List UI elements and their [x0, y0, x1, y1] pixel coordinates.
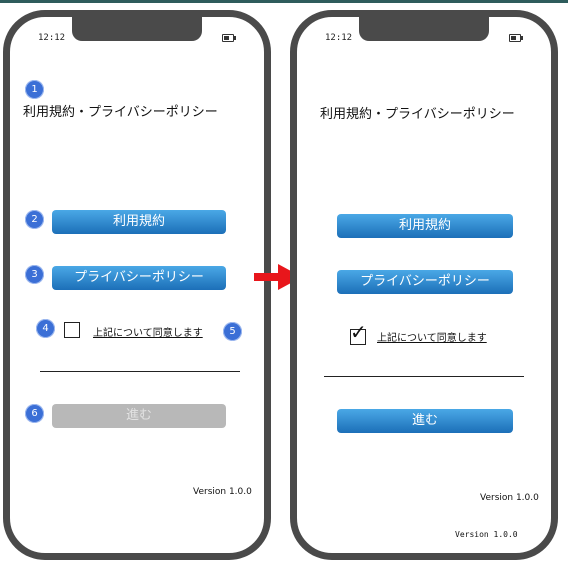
agree-label[interactable]: 上記について同意します	[93, 324, 203, 339]
terms-button[interactable]: 利用規約	[52, 210, 226, 234]
annotation-badge-3: 3	[25, 265, 44, 284]
phone-notch	[359, 16, 489, 41]
agree-label[interactable]: 上記について同意します	[377, 329, 487, 344]
privacy-policy-button[interactable]: プライバシーポリシー	[337, 270, 513, 294]
annotation-badge-2: 2	[25, 210, 44, 229]
divider-line	[40, 371, 240, 372]
battery-icon	[222, 34, 236, 42]
proceed-button-disabled[interactable]: 進む	[52, 404, 226, 428]
proceed-button[interactable]: 進む	[337, 409, 513, 433]
version-label-bottom: Version 1.0.0	[455, 530, 518, 539]
phone-before: 12:12 利用規約・プライバシーポリシー 利用規約 プライバシーポリシー 上記…	[3, 10, 271, 560]
version-label: Version 1.0.0	[193, 487, 252, 497]
page-title: 利用規約・プライバシーポリシー	[23, 105, 218, 120]
version-label: Version 1.0.0	[480, 493, 539, 503]
top-border	[0, 0, 568, 3]
battery-icon	[509, 34, 523, 42]
phone-notch	[72, 16, 202, 41]
status-time: 12:12	[325, 33, 353, 43]
checkmark-icon: ✓	[350, 320, 367, 344]
annotation-badge-5: 5	[223, 322, 242, 341]
divider-line	[324, 376, 524, 377]
agree-checkbox-checked[interactable]: ✓	[350, 322, 367, 345]
agree-checkbox[interactable]	[64, 322, 80, 338]
annotation-badge-6: 6	[25, 404, 44, 423]
page-title: 利用規約・プライバシーポリシー	[320, 107, 515, 122]
annotation-badge-4: 4	[36, 319, 55, 338]
phone-after: 12:12 利用規約・プライバシーポリシー 利用規約 プライバシーポリシー ✓ …	[290, 10, 558, 560]
annotation-badge-1: 1	[25, 80, 44, 99]
status-time: 12:12	[38, 33, 66, 43]
terms-button[interactable]: 利用規約	[337, 214, 513, 238]
privacy-policy-button[interactable]: プライバシーポリシー	[52, 266, 226, 290]
